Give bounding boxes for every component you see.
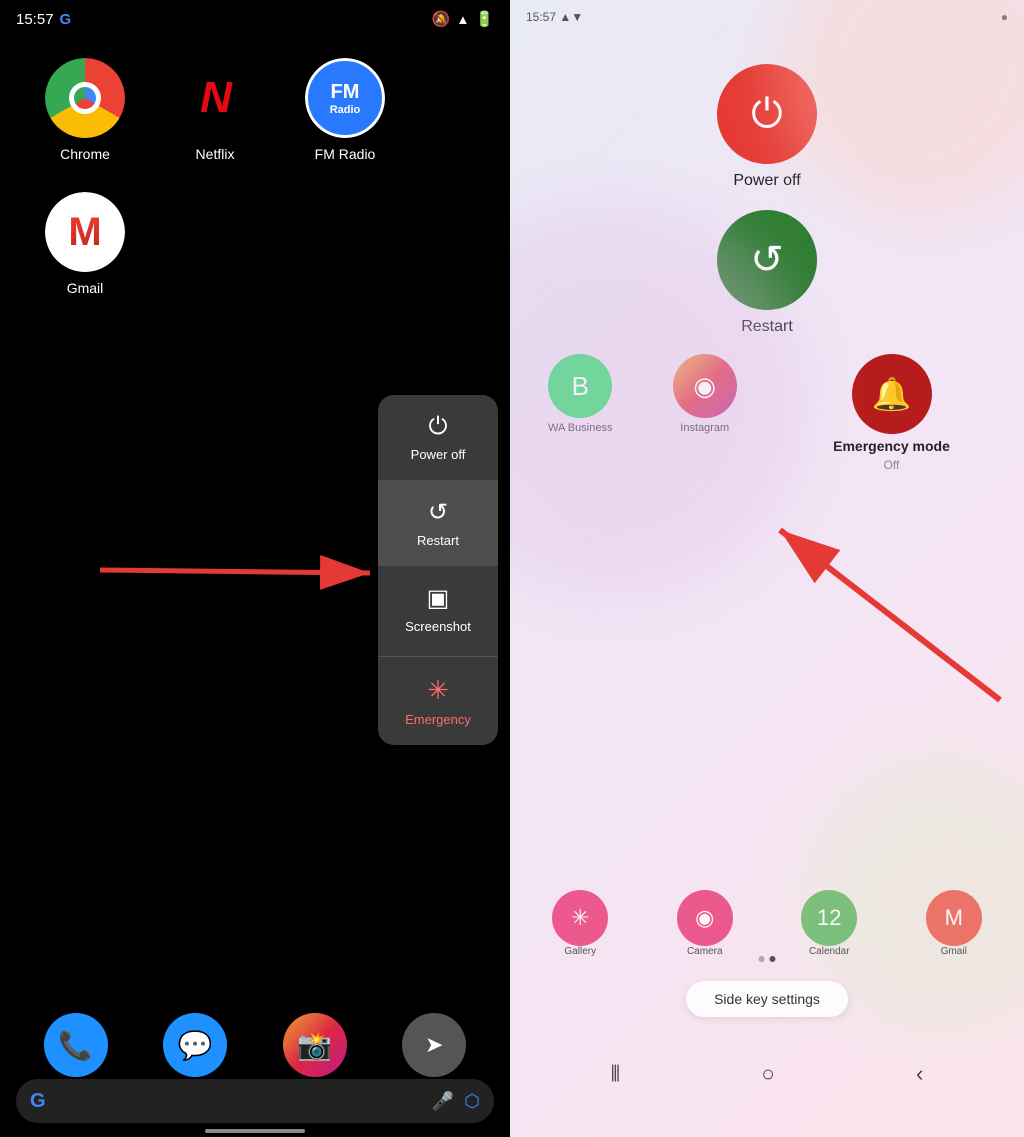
gmail-label: Gmail [67,280,104,296]
instagram-icon: 📸 [297,1029,332,1062]
chrome-inner [69,82,101,114]
screenshot-icon: ▣ [427,584,450,613]
netflix-icon-wrap: N [175,58,255,138]
calendar-label: Calendar [771,946,888,957]
restart-button[interactable]: ↺ Restart [378,480,498,566]
screenshot-label: Screenshot [405,619,471,634]
right-bottom-nav: ⫴ ○ ‹ [510,1061,1024,1087]
camera-label: Camera [647,946,764,957]
emergency-label: Emergency [405,712,471,727]
dock-phone-button[interactable]: 📞 [44,1013,108,1077]
gallery-icon: ✳ [552,890,608,946]
dock-extra-button[interactable]: ➤ [402,1013,466,1077]
calendar-icon: 12 [801,890,857,946]
power-menu-top: ⏻ Power off ↺ Restart ▣ Screenshot [378,395,498,652]
dock-messages-button[interactable]: 💬 [163,1013,227,1077]
wa-business-icon: B [548,354,612,418]
phone-icon: 📞 [58,1029,93,1062]
google-indicator: G [60,11,72,28]
emergency-icon: ✳ [427,675,449,706]
instagram-app-icon: ◉ [673,354,737,418]
netflix-label: Netflix [196,146,235,162]
left-panel: 15:57 G 🔕 ▲ 🔋 Chrome N Netflix [0,0,510,1137]
chrome-label: Chrome [60,146,110,162]
dot-1 [759,956,765,962]
mute-icon: 🔕 [432,10,451,28]
gallery-label: Gallery [522,946,639,957]
home-button[interactable]: ○ [761,1061,774,1087]
chrome-icon-wrap [45,58,125,138]
restart-icon: ↺ [428,498,448,527]
emergency-mode-icon: 🔔 [852,354,932,434]
app-item-chrome[interactable]: Chrome [20,58,150,162]
app-item-gmail[interactable]: M Gmail [20,192,150,296]
camera-icon: ◉ [677,890,733,946]
right-time: 15:57 ▲▼ [526,10,583,24]
fm-radio-icon: FM Radio [305,58,385,138]
gmail-icon: M [45,192,125,272]
power-off-label: Power off [411,447,466,462]
camera-app[interactable]: ◉ Camera [647,890,764,957]
time-display: 15:57 [16,11,54,28]
fm-sub-text: Radio [330,104,361,116]
gmail-m-letter: M [68,210,101,255]
recent-apps-button[interactable]: ⫴ [611,1061,620,1087]
gmail-icon-wrap: M [45,192,125,272]
emergency-mode-label: Emergency mode [833,438,950,454]
gmail-right-icon: M [926,890,982,946]
status-icons: 🔕 ▲ 🔋 [432,10,494,28]
chrome-icon [45,58,125,138]
side-key-settings-button[interactable]: Side key settings [686,981,848,1017]
netflix-icon: N [175,58,255,138]
right-panel: 15:57 ▲▼ ● ⏻ Power off ↺ Restart [510,0,1024,1137]
gallery-app[interactable]: ✳ Gallery [522,890,639,957]
dock-instagram-button[interactable]: 📸 [283,1013,347,1077]
bottom-dock: 📞 💬 📸 ➤ [0,1013,510,1077]
extra-icon: ➤ [425,1032,443,1058]
google-g-icon: G [30,1090,46,1113]
search-bar[interactable]: G 🎤 ⬡ [16,1079,494,1123]
battery-icon: 🔋 [475,10,494,28]
emergency-button[interactable]: ✳ Emergency [378,657,498,745]
fm-icon-wrap: FM Radio [305,58,385,138]
google-lens-icon[interactable]: ⬡ [464,1091,480,1112]
page-dots [759,956,776,962]
back-button[interactable]: ‹ [916,1061,923,1087]
dot-2 [770,956,776,962]
bottom-row-icons: ✳ Gallery ◉ Camera 12 Calendar M Gmail [510,890,1024,957]
side-key-settings-label: Side key settings [714,991,820,1007]
app-item-fm[interactable]: FM Radio FM Radio [280,58,410,162]
restart-label: Restart [417,533,459,548]
calendar-app[interactable]: 12 Calendar [771,890,888,957]
messages-icon: 💬 [178,1029,213,1062]
screenshot-button[interactable]: ▣ Screenshot [378,566,498,652]
app-grid: Chrome N Netflix FM Radio FM Radio M [0,38,510,326]
power-off-button[interactable]: ⏻ Power off [378,395,498,480]
gmail-right-app[interactable]: M Gmail [896,890,1013,957]
microphone-icon[interactable]: 🎤 [432,1091,454,1112]
power-menu-bottom: ✳ Emergency [378,656,498,745]
power-off-card-label: Power off [733,172,800,190]
emergency-mode-sub: Off [884,458,900,472]
fm-label: FM Radio [315,146,376,162]
signal-icon: ▲ [456,12,469,27]
power-off-icon: ⏻ [429,413,448,441]
home-indicator [205,1129,305,1133]
app-item-netflix[interactable]: N Netflix [150,58,280,162]
power-menu: ⏻ Power off ↺ Restart ▣ Screenshot ✳ Eme… [378,395,498,745]
status-bar-left: 15:57 G 🔕 ▲ 🔋 [0,0,510,38]
gmail-right-label: Gmail [896,946,1013,957]
fm-big-text: FM [331,81,360,104]
